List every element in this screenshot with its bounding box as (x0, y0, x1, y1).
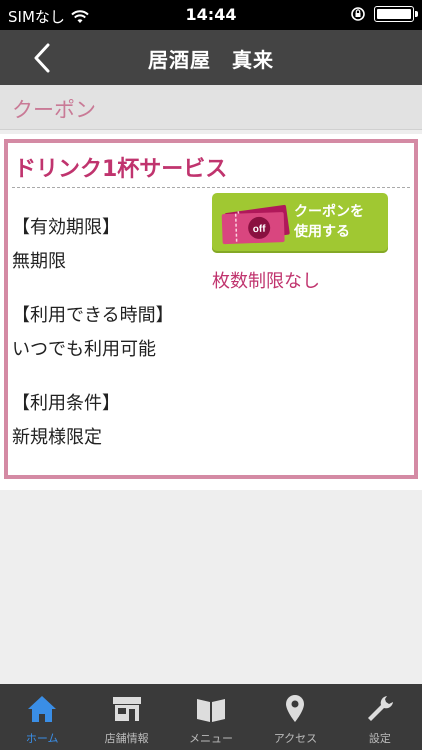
tab-store-info[interactable]: 店舗情報 (84, 684, 168, 750)
validity-label: 【有効期限】 (12, 217, 120, 238)
menu-book-icon (197, 699, 226, 722)
home-icon (28, 696, 57, 722)
tab-label-settings: 設定 (368, 732, 391, 745)
tab-menu[interactable]: メニュー (169, 684, 253, 750)
tab-bar: ホーム 店舗情報 メニュー アクセス 設定 (0, 684, 422, 750)
tab-label-menu: メニュー (189, 732, 234, 745)
tab-label-home: ホーム (25, 732, 59, 745)
use-coupon-button[interactable]: off クーポンを 使用する (212, 193, 388, 253)
time-value: いつでも利用可能 (12, 339, 156, 360)
dashed-divider (12, 187, 410, 188)
store-icon (112, 697, 141, 721)
page-title: 居酒屋 真来 (148, 48, 274, 72)
tab-label-access: アクセス (273, 732, 318, 745)
time-label: 【利用できる時間】 (12, 305, 174, 326)
battery-icon (374, 6, 418, 22)
tab-access[interactable]: アクセス (253, 684, 337, 750)
condition-value: 新規様限定 (12, 427, 102, 448)
section-title: クーポン (12, 98, 96, 122)
status-bar: SIMなし 14:44 (0, 0, 422, 30)
validity-value: 無期限 (12, 251, 66, 272)
coupon-card-container: ドリンク1杯サービス 【有効期限】 無期限 【利用できる時間】 いつでも利用可能… (0, 134, 422, 490)
use-coupon-label: クーポンを 使用する (294, 202, 384, 242)
navigation-bar: 居酒屋 真来 (0, 30, 422, 85)
limit-text: 枚数制限なし (212, 271, 320, 292)
condition-label: 【利用条件】 (12, 393, 120, 414)
status-right (350, 6, 418, 22)
wrench-icon (367, 696, 393, 721)
use-coupon-line1: クーポンを (294, 204, 364, 220)
tab-label-store-info: 店舗情報 (104, 732, 149, 745)
section-header: クーポン (0, 85, 422, 130)
coupon-title: ドリンク1杯サービス (14, 157, 228, 182)
orientation-lock-icon (351, 7, 365, 21)
coupon-ticket-icon: off (221, 204, 290, 245)
tab-settings[interactable]: 設定 (338, 684, 422, 750)
ticket-off-text: off (253, 224, 267, 235)
tab-home[interactable]: ホーム (0, 684, 84, 750)
coupon-card: ドリンク1杯サービス 【有効期限】 無期限 【利用できる時間】 いつでも利用可能… (4, 139, 418, 479)
location-pin-icon (286, 695, 305, 722)
use-coupon-line2: 使用する (294, 224, 350, 240)
